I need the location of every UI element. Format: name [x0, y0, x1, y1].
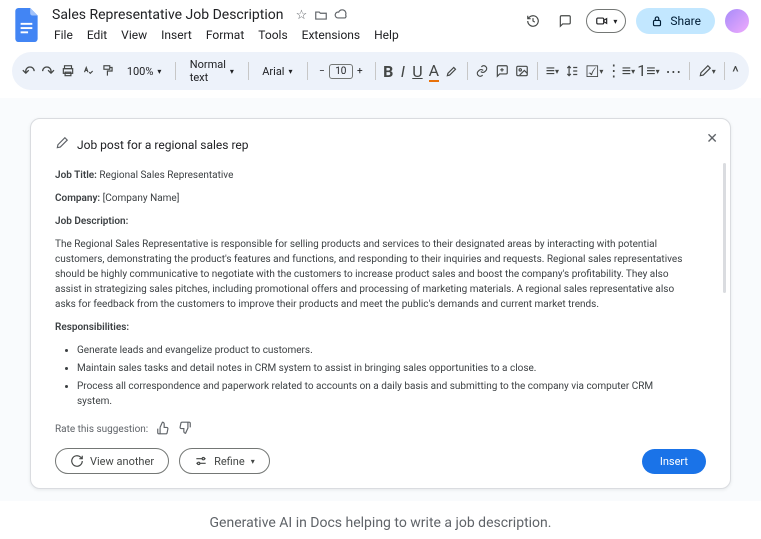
chevron-down-icon: ▾ — [251, 457, 255, 466]
line-spacing-icon[interactable] — [565, 60, 579, 82]
link-icon[interactable] — [475, 60, 489, 82]
font-size-value[interactable]: 10 — [329, 64, 353, 79]
paragraph-style-select[interactable]: Normal text▾ — [184, 56, 240, 86]
resp-label: Responsibilities: — [55, 322, 129, 333]
bullet-list-icon[interactable]: ⋮≡▾ — [609, 60, 631, 82]
view-another-button[interactable]: View another — [55, 448, 169, 474]
thumbs-up-icon[interactable] — [156, 421, 170, 438]
rate-label: Rate this suggestion: — [55, 424, 148, 435]
thumbs-down-icon[interactable] — [178, 421, 192, 438]
lock-icon — [650, 14, 664, 28]
resp-item: Process all correspondence and paperwork… — [77, 379, 686, 409]
ai-suggestion-card: ✕ Job post for a regional sales rep Job … — [30, 118, 731, 489]
caption-text: Generative AI in Docs helping to write a… — [0, 501, 761, 539]
close-icon[interactable]: ✕ — [706, 131, 718, 147]
menu-edit[interactable]: Edit — [81, 26, 113, 44]
chevron-down-icon: ▾ — [613, 17, 617, 26]
spellcheck-icon[interactable] — [81, 60, 95, 82]
desc-label: Job Description: — [55, 216, 128, 227]
docs-logo[interactable] — [12, 6, 42, 44]
refine-button[interactable]: Refine ▾ — [179, 448, 270, 474]
checklist-icon[interactable]: ☑▾ — [585, 60, 603, 82]
font-select[interactable]: Arial▾ — [256, 63, 298, 80]
menu-help[interactable]: Help — [368, 26, 405, 44]
underline-icon[interactable]: U — [412, 60, 422, 82]
company-value: [Company Name] — [103, 193, 180, 204]
share-label: Share — [670, 14, 701, 28]
italic-icon[interactable]: I — [399, 60, 406, 82]
star-icon[interactable]: ☆ — [293, 7, 309, 23]
company-label: Company: — [55, 193, 100, 204]
cloud-status-icon[interactable] — [333, 7, 349, 23]
insert-button[interactable]: Insert — [642, 449, 706, 474]
menu-format[interactable]: Format — [200, 26, 250, 44]
pencil-icon — [55, 135, 69, 154]
share-button[interactable]: Share — [636, 8, 715, 34]
font-size-control: − 10 + — [315, 62, 367, 80]
menu-file[interactable]: File — [48, 26, 79, 44]
font-size-plus[interactable]: + — [353, 62, 367, 80]
highlight-icon[interactable] — [445, 60, 459, 82]
menu-tools[interactable]: Tools — [252, 26, 293, 44]
header-bar: Sales Representative Job Description ☆ F… — [0, 0, 761, 44]
ai-generated-body: Job Title: Regional Sales Representative… — [55, 168, 706, 409]
resp-item: Maintain sales tasks and detail notes in… — [77, 361, 686, 376]
paint-format-icon[interactable] — [101, 60, 115, 82]
menu-extensions[interactable]: Extensions — [296, 26, 366, 44]
bold-icon[interactable]: B — [383, 60, 393, 82]
menu-insert[interactable]: Insert — [155, 26, 198, 44]
add-comment-icon[interactable] — [495, 60, 509, 82]
job-title-label: Job Title: — [55, 170, 97, 181]
refresh-icon — [70, 454, 84, 468]
resp-item: Generate leads and evangelize product to… — [77, 343, 686, 358]
comments-icon[interactable] — [554, 10, 576, 32]
camera-icon — [595, 14, 609, 28]
move-icon[interactable] — [313, 7, 329, 23]
print-icon[interactable] — [61, 60, 75, 82]
text-color-icon[interactable]: A — [429, 60, 439, 82]
align-icon[interactable]: ≡▾ — [546, 60, 559, 82]
undo-icon[interactable]: ↶ — [22, 60, 35, 82]
doc-title[interactable]: Sales Representative Job Description — [48, 6, 287, 24]
ai-prompt-text: Job post for a regional sales rep — [77, 138, 249, 152]
insert-image-icon[interactable] — [515, 60, 529, 82]
toolbar: ↶ ↷ 100%▾ Normal text▾ Arial▾ − 10 + B I… — [12, 52, 749, 90]
desc-text: The Regional Sales Representative is res… — [55, 237, 686, 312]
font-size-minus[interactable]: − — [315, 62, 329, 80]
redo-icon[interactable]: ↷ — [41, 60, 54, 82]
avatar[interactable] — [725, 9, 749, 33]
history-icon[interactable] — [522, 10, 544, 32]
scrollbar[interactable] — [723, 163, 726, 293]
document-canvas: ✕ Job post for a regional sales rep Job … — [0, 98, 761, 501]
editing-mode-icon[interactable]: ▾ — [698, 60, 716, 82]
numbered-list-icon[interactable]: 1≡▾ — [637, 60, 659, 82]
zoom-select[interactable]: 100%▾ — [121, 63, 168, 80]
tune-icon — [194, 454, 208, 468]
menu-view[interactable]: View — [115, 26, 153, 44]
menu-bar: File Edit View Insert Format Tools Exten… — [48, 26, 522, 44]
meet-button[interactable]: ▾ — [586, 9, 626, 33]
collapse-toolbar-icon[interactable]: ^ — [732, 60, 739, 82]
more-icon[interactable]: ⋯ — [665, 60, 681, 82]
job-title-value: Regional Sales Representative — [99, 170, 233, 181]
